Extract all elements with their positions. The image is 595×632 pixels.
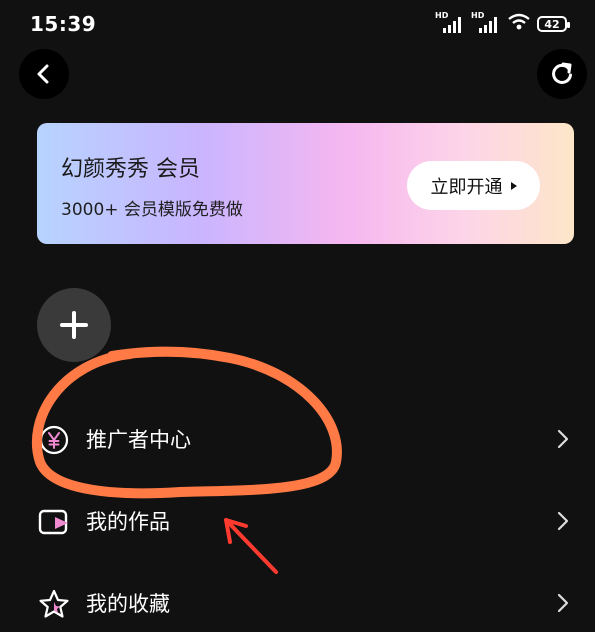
activate-vip-button[interactable]: 立即开通 xyxy=(407,161,540,210)
vip-title: 幻颜秀秀 会员 xyxy=(61,157,200,182)
chevron-left-icon xyxy=(37,64,49,84)
refresh-icon xyxy=(552,62,572,84)
menu-item-label: 我的收藏 xyxy=(86,592,170,616)
chevron-right-icon xyxy=(557,429,569,449)
activate-vip-label: 立即开通 xyxy=(430,176,503,198)
status-icons: HD HD 42 xyxy=(435,11,570,35)
video-play-icon xyxy=(38,509,68,535)
yen-coin-icon xyxy=(39,425,69,455)
battery-icon: 42 xyxy=(537,16,570,32)
wifi-icon xyxy=(507,13,531,35)
chevron-right-icon xyxy=(557,511,569,531)
menu-item-label: 推广者中心 xyxy=(86,428,191,452)
play-triangle-icon xyxy=(510,181,517,190)
menu-item-my-favorites[interactable]: 我的收藏 xyxy=(0,572,595,632)
menu-item-my-works[interactable]: 我的作品 xyxy=(0,490,595,550)
status-bar: 15:39 HD HD 42 xyxy=(0,0,595,48)
chevron-right-icon xyxy=(557,593,569,613)
refresh-button[interactable] xyxy=(537,49,587,99)
signal-icon: HD xyxy=(435,11,465,35)
vip-banner[interactable]: 幻颜秀秀 会员 3000+ 会员模版免费做 立即开通 xyxy=(37,123,574,244)
menu-item-label: 我的作品 xyxy=(86,510,170,534)
back-button[interactable] xyxy=(19,49,69,99)
add-button[interactable] xyxy=(37,288,111,362)
vip-subtitle: 3000+ 会员模版免费做 xyxy=(61,200,243,220)
signal-icon: HD xyxy=(471,11,501,35)
menu-item-promoter-center[interactable]: 推广者中心 xyxy=(0,408,595,468)
status-time: 15:39 xyxy=(30,12,97,36)
star-icon xyxy=(39,589,69,618)
plus-icon xyxy=(60,311,88,339)
